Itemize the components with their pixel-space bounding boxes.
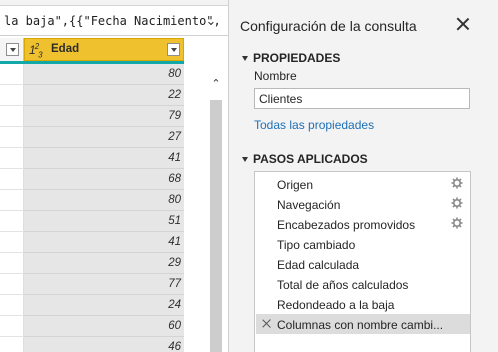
data-preview-area: la baja",{{"Fecha Nacimiento", ⌄ 123 Eda… [0,0,228,352]
properties-section-header[interactable]: PROPIEDADES [242,51,340,65]
properties-heading: PROPIEDADES [253,51,341,65]
table-cell[interactable] [0,85,24,106]
close-icon[interactable] [455,16,471,32]
cell-value: 80 [168,194,181,206]
previous-column-cells [0,64,24,352]
table-cell[interactable] [0,64,24,85]
table-cell[interactable]: 51 [24,211,184,232]
all-properties-link[interactable]: Todas las propiedades [254,118,374,132]
column-name: Edad [51,43,80,55]
formula-bar[interactable]: la baja",{{"Fecha Nacimiento", ⌄ [0,6,228,36]
step-label: Origen [277,178,314,192]
chevron-down-icon[interactable]: ⌄ [200,10,222,32]
table-cell[interactable] [0,274,24,295]
gear-icon[interactable] [451,217,463,229]
collapse-triangle-icon[interactable] [242,55,248,61]
table-cell[interactable]: 79 [24,106,184,127]
step-item[interactable]: Encabezados promovidos [256,214,470,234]
whole-number-type-icon[interactable]: 123 [29,42,43,59]
step-item-selected[interactable]: Columnas con nombre cambi... [256,314,470,334]
step-item[interactable]: Navegación [256,194,470,214]
table-cell[interactable] [0,232,24,253]
table-cell[interactable]: 27 [24,127,184,148]
table-cell[interactable] [0,316,24,337]
table-cell[interactable]: 60 [24,316,184,337]
cell-value: 41 [168,236,181,248]
cell-value: 41 [168,152,181,164]
gear-icon[interactable] [451,197,463,209]
table-cell[interactable]: 80 [24,64,184,85]
scrollbar-thumb[interactable] [210,100,222,352]
scroll-up-icon[interactable]: ⌃ [209,76,223,90]
step-label: Tipo cambiado [277,238,356,252]
table-cell[interactable] [0,253,24,274]
table-cell[interactable]: 46 [24,337,184,352]
name-label: Nombre [254,69,297,83]
cell-value: 60 [168,320,181,332]
column-filter-dropdown-icon[interactable] [6,43,19,56]
table-cell[interactable] [0,337,24,352]
delete-step-icon[interactable] [262,318,272,329]
cell-value: 80 [168,68,181,80]
table-cell[interactable] [0,148,24,169]
cell-value: 29 [168,257,181,269]
gear-icon[interactable] [451,177,463,189]
query-name-input[interactable] [254,88,470,109]
applied-steps-section-header[interactable]: PASOS APLICADOS [242,152,368,166]
step-label: Total de años calculados [277,278,409,292]
step-item[interactable]: Edad calculada [256,254,470,274]
edad-column-cells: 80 22 79 27 41 68 80 51 41 29 77 24 60 46 [24,64,184,352]
step-item[interactable]: Total de años calculados [256,274,470,294]
step-item[interactable]: Tipo cambiado [256,234,470,254]
table-cell[interactable]: 77 [24,274,184,295]
formula-text[interactable]: la baja",{{"Fecha Nacimiento", [4,14,221,28]
step-label: Encabezados promovidos [277,218,416,232]
cell-value: 46 [168,341,181,352]
table-cell[interactable] [0,211,24,232]
table-cell[interactable] [0,106,24,127]
collapse-triangle-icon[interactable] [242,156,248,162]
step-label: Navegación [277,198,341,212]
query-settings-pane: Configuración de la consulta PROPIEDADES… [228,0,498,352]
cell-value: 24 [168,299,181,311]
step-item[interactable]: Redondeado a la baja [256,294,470,314]
cell-value: 77 [168,278,181,290]
table-cell[interactable]: 24 [24,295,184,316]
table-cell[interactable]: 22 [24,85,184,106]
column-header-edad[interactable]: 123 Edad [24,38,184,61]
applied-steps-list: Origen Navegación Encabezados promovidos… [254,171,471,352]
table-cell[interactable]: 41 [24,232,184,253]
cell-value: 51 [168,215,181,227]
step-label: Redondeado a la baja [277,298,395,312]
cell-value: 68 [168,173,181,185]
table-cell[interactable] [0,295,24,316]
vertical-scrollbar[interactable]: ⌃ [207,64,225,352]
table-cell[interactable] [0,169,24,190]
cell-value: 27 [168,131,181,143]
table-cell[interactable]: 68 [24,169,184,190]
column-filter-dropdown-icon[interactable] [167,43,180,56]
step-label: Columnas con nombre cambi... [277,318,444,332]
applied-steps-heading: PASOS APLICADOS [253,152,368,166]
previous-column-header[interactable] [0,38,24,61]
table-cell[interactable]: 29 [24,253,184,274]
cell-value: 79 [168,110,181,122]
step-label: Edad calculada [277,258,360,272]
table-cell[interactable] [0,190,24,211]
cell-value: 22 [168,89,181,101]
table-cell[interactable]: 41 [24,148,184,169]
column-header-row: 123 Edad [0,38,228,62]
table-cell[interactable]: 80 [24,190,184,211]
table-cell[interactable] [0,127,24,148]
step-item[interactable]: Origen [256,174,470,194]
pane-title: Configuración de la consulta [240,18,417,34]
